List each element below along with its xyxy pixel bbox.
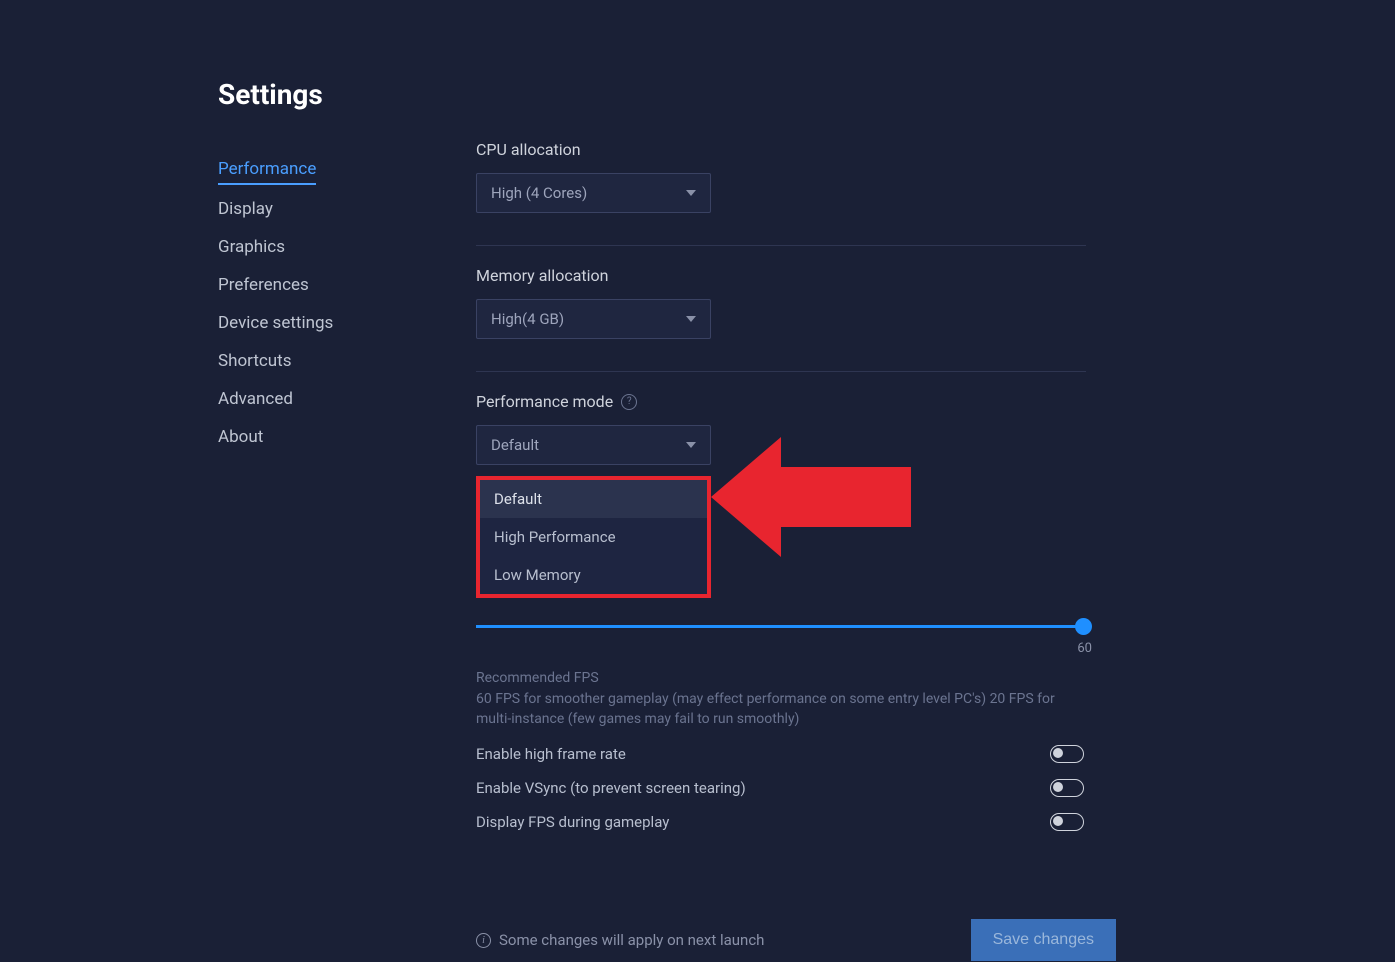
toggle-display-fps-label: Display FPS during gameplay [476, 813, 669, 831]
sidebar-item-graphics[interactable]: Graphics [218, 228, 476, 266]
save-changes-button[interactable]: Save changes [971, 919, 1116, 961]
page-title: Settings [218, 78, 323, 111]
sidebar-item-advanced[interactable]: Advanced [218, 380, 476, 418]
help-icon[interactable]: ? [621, 394, 637, 410]
chevron-down-icon [686, 316, 696, 322]
cpu-allocation-group: CPU allocation High (4 Cores) [476, 140, 1295, 213]
fps-helper-text: 60 FPS for smoother gameplay (may effect… [476, 690, 1084, 729]
perf-mode-option-low-memory[interactable]: Low Memory [480, 556, 707, 594]
sidebar-item-preferences[interactable]: Preferences [218, 266, 476, 304]
cpu-allocation-select[interactable]: High (4 Cores) [476, 173, 711, 213]
toggle-knob [1053, 816, 1063, 826]
memory-allocation-group: Memory allocation High(4 GB) [476, 266, 1295, 339]
memory-allocation-label: Memory allocation [476, 266, 1295, 285]
chevron-down-icon [686, 190, 696, 196]
performance-mode-label-text: Performance mode [476, 392, 613, 411]
memory-allocation-select[interactable]: High(4 GB) [476, 299, 711, 339]
fps-slider-section: 60 Recommended FPS 60 FPS for smoother g… [476, 625, 1295, 729]
sidebar: Performance Display Graphics Preferences… [218, 75, 476, 961]
fps-slider[interactable]: 60 [476, 625, 1084, 628]
performance-mode-dropdown: Default High Performance Low Memory [476, 476, 711, 598]
toggle-display-fps-row: Display FPS during gameplay [476, 813, 1084, 831]
cpu-allocation-label: CPU allocation [476, 140, 1295, 159]
cpu-allocation-value: High (4 Cores) [491, 184, 587, 202]
performance-mode-value: Default [491, 436, 539, 454]
sidebar-item-device-settings[interactable]: Device settings [218, 304, 476, 342]
divider [476, 371, 1086, 372]
footer: i Some changes will apply on next launch… [476, 919, 1116, 961]
performance-mode-select[interactable]: Default [476, 425, 711, 465]
toggle-high-frame-rate[interactable] [1050, 745, 1084, 763]
launch-notice-text: Some changes will apply on next launch [499, 931, 764, 949]
sidebar-item-shortcuts[interactable]: Shortcuts [218, 342, 476, 380]
fps-slider-thumb[interactable] [1075, 618, 1092, 635]
toggle-knob [1053, 782, 1063, 792]
launch-notice: i Some changes will apply on next launch [476, 931, 764, 949]
perf-mode-option-default[interactable]: Default [480, 480, 707, 518]
chevron-down-icon [686, 442, 696, 448]
sidebar-item-about[interactable]: About [218, 418, 476, 456]
sidebar-item-display[interactable]: Display [218, 190, 476, 228]
fps-slider-value: 60 [1077, 641, 1092, 656]
toggle-high-frame-rate-label: Enable high frame rate [476, 745, 626, 763]
divider [476, 245, 1086, 246]
toggle-vsync-label: Enable VSync (to prevent screen tearing) [476, 779, 746, 797]
toggle-knob [1053, 748, 1063, 758]
toggle-vsync[interactable] [1050, 779, 1084, 797]
toggle-high-frame-rate-row: Enable high frame rate [476, 745, 1084, 763]
red-arrow-annotation-icon [711, 432, 921, 562]
sidebar-item-performance[interactable]: Performance [218, 150, 316, 185]
main-panel: CPU allocation High (4 Cores) Memory all… [476, 75, 1395, 961]
memory-allocation-value: High(4 GB) [491, 310, 564, 328]
perf-mode-option-high-performance[interactable]: High Performance [480, 518, 707, 556]
fps-helper-title: Recommended FPS [476, 670, 1295, 686]
toggle-display-fps[interactable] [1050, 813, 1084, 831]
toggle-vsync-row: Enable VSync (to prevent screen tearing) [476, 779, 1084, 797]
info-icon: i [476, 933, 491, 948]
performance-mode-label: Performance mode ? [476, 392, 1295, 411]
